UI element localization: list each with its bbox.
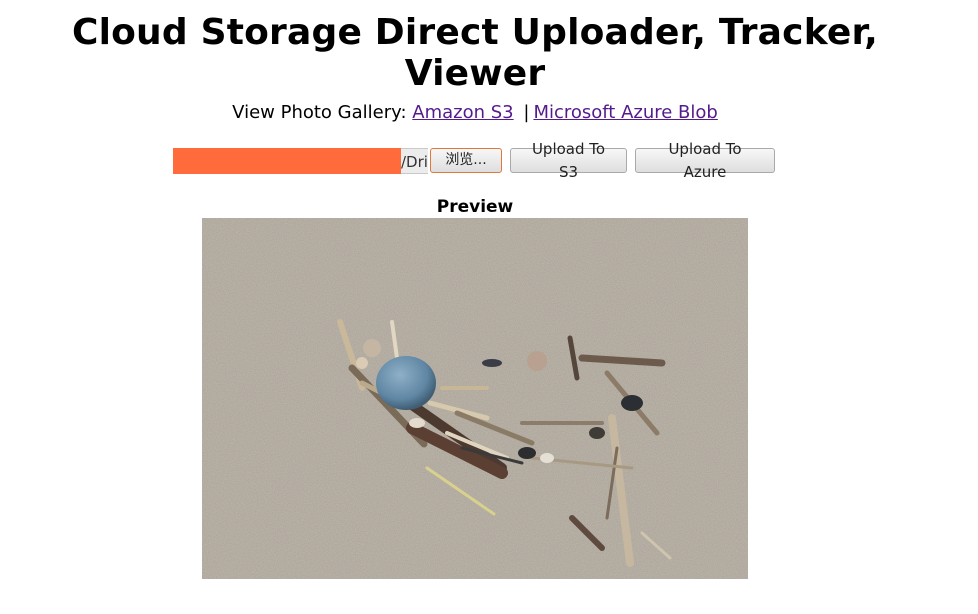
file-path-field[interactable]: /Dri [401, 147, 428, 174]
gallery-separator: | [523, 102, 530, 123]
preview-heading: Preview [436, 197, 514, 217]
upload-to-azure-button[interactable]: Upload To Azure [635, 140, 775, 181]
page: Cloud Storage Direct Uploader, Tracker, … [0, 0, 978, 614]
browse-button[interactable]: 浏览... [430, 148, 502, 173]
gallery-nav: View Photo Gallery: Amazon S3 | Microsoft… [0, 102, 950, 123]
gallery-link-azure-blob[interactable]: Microsoft Azure Blob [533, 102, 717, 123]
upload-to-s3-button[interactable]: Upload To S3 [510, 140, 627, 181]
page-title: Cloud Storage Direct Uploader, Tracker, … [71, 12, 879, 94]
driftwood-photo [202, 218, 748, 579]
gallery-label: View Photo Gallery: [232, 102, 407, 123]
gallery-link-amazon-s3[interactable]: Amazon S3 [412, 102, 513, 123]
preview-image [202, 218, 748, 579]
upload-controls: /Dri 浏览... Upload To S3 Upload To Azure [173, 140, 775, 181]
file-path-redacted [173, 147, 401, 174]
